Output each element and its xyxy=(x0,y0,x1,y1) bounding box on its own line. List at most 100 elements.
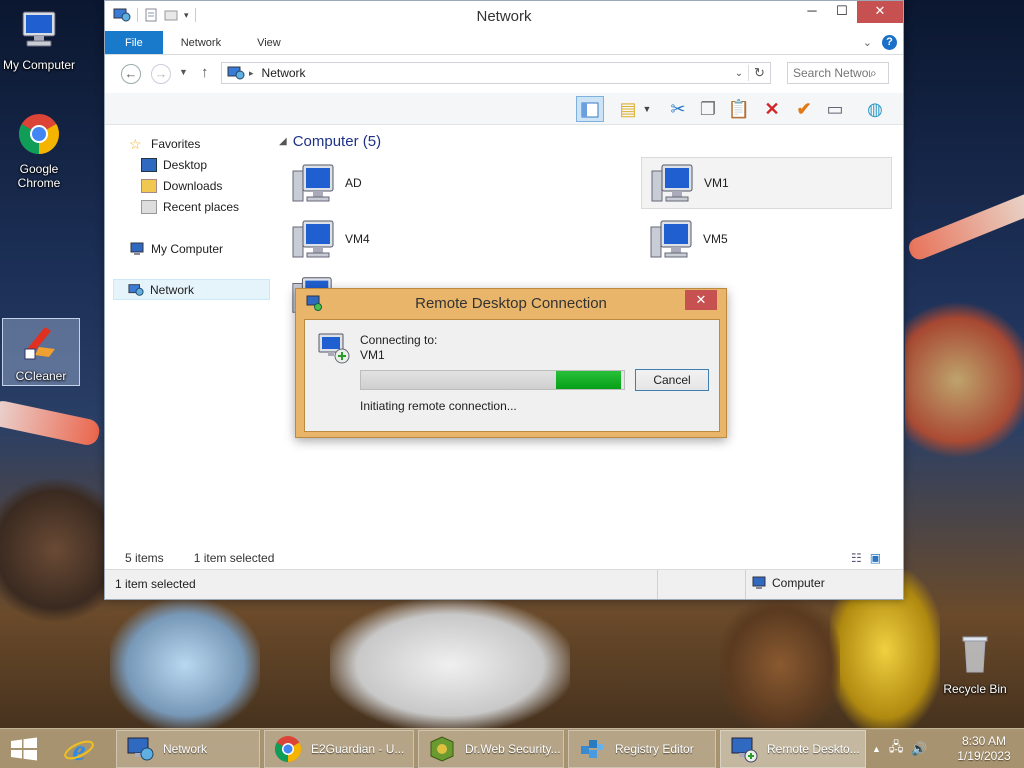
window-controls: ─ ☐ ✕ xyxy=(797,1,903,23)
chrome-icon xyxy=(19,114,59,154)
cut-icon[interactable]: ✂ xyxy=(664,96,692,122)
desktop-folder-icon xyxy=(141,157,157,172)
search-icon[interactable]: ⌕ xyxy=(870,66,877,81)
computer-item-vm5[interactable]: VM5 xyxy=(641,213,891,265)
nav-label: Downloads xyxy=(163,178,223,193)
computer-item-ad[interactable]: AD xyxy=(283,157,533,209)
computer-icon xyxy=(130,242,144,255)
computer-icon xyxy=(650,220,692,258)
drweb-icon xyxy=(430,736,454,762)
paste-icon[interactable]: 📋 xyxy=(725,96,753,122)
nav-network[interactable]: Network xyxy=(113,279,270,300)
nav-recent-places[interactable]: Recent places xyxy=(141,196,269,217)
delete-icon[interactable]: ✕ xyxy=(758,96,786,122)
taskbar-item-e2guardian[interactable]: E2Guardian - U... xyxy=(264,730,414,768)
wallpaper-laser-beam xyxy=(905,189,1024,263)
help-icon[interactable]: ? xyxy=(882,35,897,50)
desktop-icon-google-chrome[interactable]: Google Chrome xyxy=(0,112,78,190)
svg-text:e: e xyxy=(72,734,85,765)
search-box[interactable]: ⌕ xyxy=(787,62,889,84)
minimize-icon[interactable]: ─ xyxy=(797,1,827,23)
forward-icon[interactable]: → xyxy=(151,64,171,84)
computer-item-vm1[interactable]: VM1 xyxy=(641,157,892,209)
wallpaper-character xyxy=(0,470,110,630)
group-header-computer[interactable]: ◢ Computer (5) xyxy=(279,133,381,150)
network-status-icon[interactable]: 🖧 xyxy=(889,738,904,760)
rdp-dialog[interactable]: Remote Desktop Connection ✕ Connecting t… xyxy=(295,288,727,438)
nav-downloads[interactable]: Downloads xyxy=(141,175,269,196)
breadcrumb-network[interactable]: Network xyxy=(262,66,306,80)
taskbar-item-remote-desktop[interactable]: Remote Deskto... xyxy=(720,730,866,768)
desktop-icon-recycle-bin[interactable]: Recycle Bin xyxy=(936,632,1014,696)
rename-icon[interactable]: ✔ xyxy=(790,96,818,122)
rdp-dialog-title: Remote Desktop Connection xyxy=(415,295,607,312)
selection-count: 1 item selected xyxy=(193,551,275,565)
up-icon[interactable]: ↑ xyxy=(201,64,209,81)
desktop-icon-my-computer[interactable]: My Computer xyxy=(0,8,78,72)
separator xyxy=(745,570,746,599)
desktop-icon-ccleaner[interactable]: CCleaner xyxy=(2,318,80,386)
connecting-label: Connecting to: xyxy=(360,333,438,347)
ccleaner-icon xyxy=(24,327,55,360)
folder-options-dropdown-icon[interactable]: ▼ xyxy=(640,96,654,122)
recent-locations-icon[interactable]: ▼ xyxy=(179,67,188,77)
taskbar-item-label: Dr.Web Security... xyxy=(465,742,561,756)
status-bar-details: 5 items 1 item selected xyxy=(125,551,274,565)
search-input[interactable] xyxy=(788,66,870,80)
tab-file[interactable]: File xyxy=(105,31,163,54)
breadcrumb-chevron-icon[interactable]: ▸ xyxy=(249,68,254,79)
nav-favorites[interactable]: ☆ Favorites xyxy=(129,133,285,154)
cancel-button[interactable]: Cancel xyxy=(635,369,709,391)
desktop-icon-label: Recycle Bin xyxy=(943,682,1007,696)
internet-explorer-button[interactable]: e xyxy=(62,733,96,767)
nav-desktop[interactable]: Desktop xyxy=(141,154,269,175)
computer-icon xyxy=(752,576,766,589)
maximize-icon[interactable]: ☐ xyxy=(827,1,857,23)
preview-pane-icon[interactable] xyxy=(576,96,604,122)
close-icon[interactable]: ✕ xyxy=(685,290,717,310)
back-icon[interactable]: ← xyxy=(121,64,141,84)
nav-my-computer[interactable]: My Computer xyxy=(129,238,269,259)
taskbar-item-registry-editor[interactable]: Registry Editor xyxy=(568,730,716,768)
collapse-group-icon[interactable]: ◢ xyxy=(279,136,287,147)
taskbar-item-label: E2Guardian - U... xyxy=(311,742,405,756)
start-button[interactable] xyxy=(10,737,38,764)
group-label: Computer (5) xyxy=(292,133,382,150)
address-dropdown-icon[interactable]: ⌄ xyxy=(730,68,748,79)
recycle-bin-icon xyxy=(962,636,988,673)
tab-view[interactable]: View xyxy=(239,31,299,54)
tab-network[interactable]: Network xyxy=(163,31,239,54)
clock[interactable]: 8:30 AM 1/19/2023 xyxy=(948,734,1020,764)
computer-name: VM1 xyxy=(704,176,729,190)
refresh-icon[interactable]: ↻ xyxy=(748,65,770,81)
close-icon[interactable]: ✕ xyxy=(857,1,903,23)
copy-icon[interactable]: ❐ xyxy=(694,96,722,122)
network-globe-icon[interactable]: ◍ xyxy=(861,96,889,122)
navigation-pane: ☆ Favorites Desktop Downloads Recent pla… xyxy=(113,133,271,543)
status-selected-text: 1 item selected xyxy=(115,577,196,591)
taskbar-item-drweb[interactable]: Dr.Web Security... xyxy=(418,730,564,768)
wallpaper-laser-beam xyxy=(0,398,102,448)
volume-icon[interactable]: 🔊 xyxy=(911,741,927,757)
connection-progress-bar xyxy=(360,370,625,390)
ribbon-right-controls: ⌄ ? xyxy=(863,35,897,50)
view-switcher: ☷ ▣ xyxy=(851,551,881,565)
computer-item-vm4[interactable]: VM4 xyxy=(283,213,533,265)
folder-options-icon[interactable]: ▤ xyxy=(614,96,642,122)
ribbon-tabs: File Network View ⌄ ? xyxy=(105,31,903,55)
computer-icon xyxy=(292,220,334,258)
show-hidden-icons-icon[interactable]: ▲ xyxy=(872,744,881,754)
details-view-icon[interactable]: ☷ xyxy=(851,551,862,565)
wallpaper-character xyxy=(110,600,260,730)
network-icon xyxy=(128,283,144,296)
expand-ribbon-icon[interactable]: ⌄ xyxy=(863,36,872,49)
properties-icon[interactable]: ▭ xyxy=(821,96,849,122)
rdp-dialog-body: Connecting to: VM1 Cancel Initiating rem… xyxy=(304,319,720,432)
clock-date: 1/19/2023 xyxy=(957,749,1011,763)
taskbar-item-network[interactable]: Network xyxy=(116,730,260,768)
title-bar[interactable]: ▾ Network ─ ☐ ✕ xyxy=(105,1,903,31)
address-bar[interactable]: ▸ Network ⌄ ↻ xyxy=(221,62,771,84)
network-icon xyxy=(127,737,154,761)
status-bar: 1 item selected Computer xyxy=(105,569,903,599)
large-icons-view-icon[interactable]: ▣ xyxy=(870,551,881,565)
